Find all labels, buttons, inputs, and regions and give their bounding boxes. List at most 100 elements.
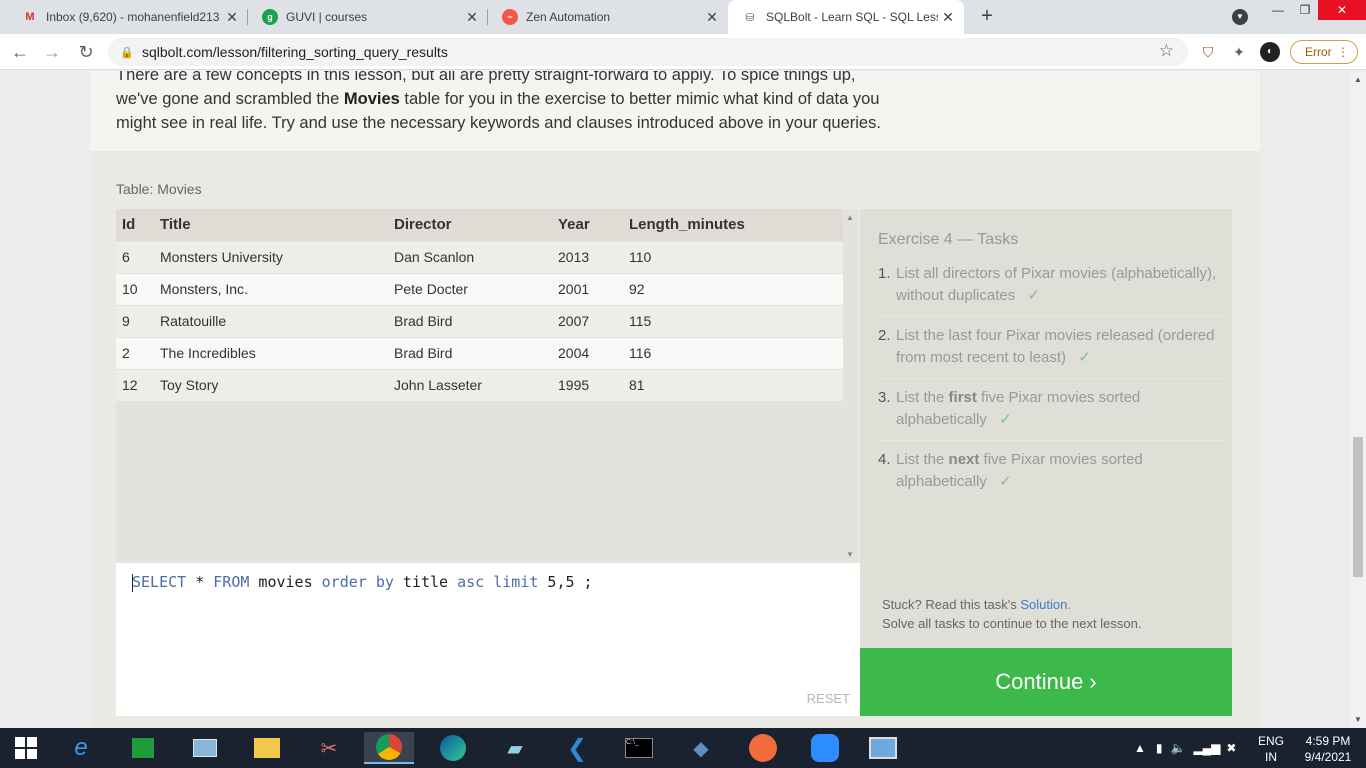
- close-window-icon[interactable]: ✕: [1318, 0, 1366, 20]
- notepad-icon[interactable]: ▰: [498, 732, 532, 764]
- profile-avatar[interactable]: ◐: [1260, 42, 1280, 62]
- notification-icon[interactable]: ✖: [1226, 741, 1236, 755]
- table-cell: 92: [629, 272, 843, 305]
- table-row: 12 Toy Story John Lasseter 1995 81: [116, 368, 843, 401]
- input-language[interactable]: ENG IN: [1256, 733, 1286, 765]
- lesson-paragraph: There are a few concepts in this lesson,…: [116, 71, 946, 135]
- task-number: 1.: [878, 265, 891, 282]
- close-tab-icon[interactable]: ✕: [702, 9, 722, 26]
- zoom-icon[interactable]: [808, 732, 842, 764]
- tab-gmail[interactable]: M Inbox (9,620) - mohanenfield213 ✕: [8, 0, 248, 34]
- scroll-down-icon[interactable]: ▼: [1354, 715, 1362, 724]
- close-tab-icon[interactable]: ✕: [222, 9, 242, 26]
- reset-button[interactable]: RESET: [807, 691, 850, 706]
- column-header: Year: [558, 209, 629, 241]
- photos-icon[interactable]: [866, 732, 900, 764]
- file-explorer-icon[interactable]: [250, 732, 284, 764]
- vscode-icon[interactable]: ❮: [560, 732, 594, 764]
- clock-time: 4:59 PM: [1305, 734, 1351, 748]
- url-text[interactable]: sqlbolt.com/lesson/filtering_sorting_que…: [142, 44, 448, 60]
- tray-icons[interactable]: ▲ ▮ 🔈 ▂▄▆ ✖: [1134, 728, 1236, 768]
- command-prompt-icon[interactable]: C:\_: [622, 732, 656, 764]
- stuck-text: Stuck? Read this task's: [882, 597, 1021, 612]
- restore-icon[interactable]: ❐: [1292, 0, 1318, 20]
- task-item: 4. List the next five Pixar movies sorte…: [878, 449, 1224, 502]
- error-button[interactable]: Error ⋮: [1290, 40, 1358, 64]
- address-bar[interactable]: 🔒 sqlbolt.com/lesson/filtering_sorting_q…: [108, 38, 1188, 66]
- table-cell: 2001: [558, 272, 629, 305]
- table-cell: The Incredibles: [160, 336, 394, 369]
- bookmark-star-icon[interactable]: ☆: [1159, 41, 1174, 61]
- battery-icon[interactable]: ▮: [1156, 741, 1163, 755]
- scroll-up-icon[interactable]: ▲: [846, 213, 854, 222]
- table-cell: Monsters, Inc.: [160, 272, 394, 305]
- tab-search-icon[interactable]: ▼: [1232, 9, 1248, 25]
- clock-date: 9/4/2021: [1304, 750, 1352, 764]
- scrollbar-thumb[interactable]: [1353, 437, 1363, 577]
- task-number: 3.: [878, 389, 891, 406]
- snipping-tool-icon[interactable]: ✂: [312, 732, 346, 764]
- page-viewport: There are a few concepts in this lesson,…: [0, 71, 1350, 728]
- check-icon: ✓: [1027, 287, 1040, 304]
- table-cell: 9: [116, 304, 160, 337]
- browser-tab-strip: M Inbox (9,620) - mohanenfield213 ✕ g GU…: [0, 0, 1366, 34]
- table-cell: 10: [116, 272, 160, 305]
- tab-zen[interactable]: − Zen Automation ✕: [488, 0, 728, 34]
- sqlbolt-icon: ⛁: [745, 11, 755, 24]
- page-scrollbar[interactable]: ▲ ▼: [1350, 71, 1366, 728]
- sql-keyword: limit: [493, 573, 539, 591]
- tasks-heading: Exercise 4 — Tasks: [878, 231, 1019, 248]
- reload-icon[interactable]: ↻: [74, 40, 98, 64]
- table-cell: 116: [629, 336, 843, 369]
- postman-icon[interactable]: [746, 732, 780, 764]
- table-row: 2 The Incredibles Brad Bird 2004 116: [116, 336, 843, 369]
- table-scrollbar[interactable]: ▲ ▼: [843, 209, 858, 563]
- tab-guvi[interactable]: g GUVI | courses ✕: [248, 0, 488, 34]
- lock-icon[interactable]: 🔒: [120, 46, 134, 59]
- check-icon: ✓: [1078, 349, 1091, 366]
- lang-line-2: IN: [1265, 750, 1277, 764]
- sql-token: *: [186, 573, 214, 591]
- forward-icon[interactable]: →: [40, 40, 64, 64]
- task-number: 2.: [878, 327, 891, 344]
- mysql-workbench-icon[interactable]: ◆: [684, 732, 718, 764]
- task-item: 3. List the first five Pixar movies sort…: [878, 387, 1224, 441]
- chrome-icon[interactable]: [364, 732, 414, 764]
- intro-line-2-pre: we've gone and scrambled the: [116, 90, 344, 108]
- start-windows-icon[interactable]: [6, 732, 46, 764]
- sql-query-editor[interactable]: SELECT * FROM movies order by title asc …: [116, 563, 860, 716]
- check-icon: ✓: [999, 473, 1012, 490]
- table-cell: 12: [116, 368, 160, 401]
- show-hidden-icons-icon[interactable]: ▲: [1134, 741, 1146, 755]
- scroll-up-icon[interactable]: ▲: [1354, 75, 1362, 84]
- tab-sqlbolt[interactable]: ⛁ SQLBolt - Learn SQL - SQL Lesso ✕: [728, 0, 964, 34]
- pocket-extension-icon[interactable]: ⛉: [1198, 42, 1218, 62]
- table-row: 10 Monsters, Inc. Pete Docter 2001 92: [116, 272, 843, 305]
- close-tab-icon[interactable]: ✕: [462, 9, 482, 26]
- extensions-puzzle-icon[interactable]: ✦: [1229, 42, 1249, 62]
- control-panel-icon[interactable]: [188, 732, 222, 764]
- error-label: Error: [1305, 45, 1332, 59]
- continue-button[interactable]: Continue ›: [860, 648, 1232, 716]
- task-text-bold: first: [948, 389, 977, 406]
- table-label: Table: Movies: [116, 181, 202, 197]
- task-number: 4.: [878, 451, 891, 468]
- solution-link[interactable]: Solution.: [1020, 597, 1071, 612]
- zen-icon: −: [502, 9, 518, 25]
- system-clock[interactable]: 4:59 PM 9/4/2021: [1296, 733, 1360, 765]
- sql-keyword: FROM: [213, 573, 250, 591]
- back-icon[interactable]: ←: [8, 40, 32, 64]
- scroll-down-icon[interactable]: ▼: [846, 550, 854, 559]
- store-icon[interactable]: [126, 732, 160, 764]
- menu-dots-icon: ⋮: [1337, 45, 1349, 59]
- new-tab-button[interactable]: +: [976, 5, 998, 27]
- table-cell: 2013: [558, 240, 629, 273]
- minimize-icon[interactable]: —: [1264, 0, 1292, 20]
- internet-explorer-icon[interactable]: e: [64, 732, 98, 764]
- query-text[interactable]: SELECT * FROM movies order by title asc …: [132, 573, 593, 592]
- network-signal-icon[interactable]: ▂▄▆: [1193, 741, 1220, 755]
- close-tab-icon[interactable]: ✕: [938, 9, 958, 26]
- volume-icon[interactable]: 🔈: [1171, 741, 1186, 755]
- edge-icon[interactable]: [436, 732, 470, 764]
